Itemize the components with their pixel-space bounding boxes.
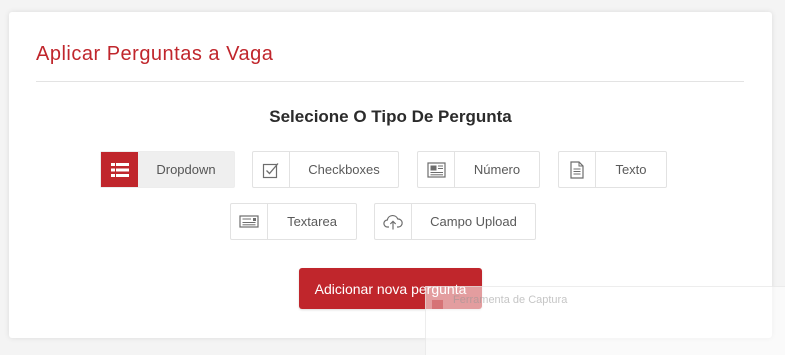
option-textarea[interactable]: Textarea [230, 203, 357, 240]
capture-tool-title: Ferramenta de Captura [453, 294, 568, 306]
option-checkboxes[interactable]: Checkboxes [252, 151, 399, 188]
option-label: Número [473, 162, 521, 177]
option-numero[interactable]: Número [417, 151, 540, 188]
divider [36, 81, 744, 82]
number-icon [418, 152, 455, 187]
option-label: Campo Upload [430, 214, 517, 229]
cloud-upload-icon [375, 204, 412, 239]
textarea-icon [231, 204, 268, 239]
option-label: Checkboxes [308, 162, 380, 177]
question-type-heading: Selecione O Tipo De Pergunta [269, 107, 512, 126]
checkbox-icon [253, 152, 290, 187]
option-label: Texto [615, 162, 647, 177]
card-title: Aplicar Perguntas a Vaga [36, 43, 274, 65]
capture-tool-window[interactable]: Ferramenta de Captura [425, 286, 785, 355]
scissors-icon [432, 296, 443, 309]
option-dropdown[interactable]: Dropdown [100, 151, 235, 188]
option-label: Dropdown [156, 162, 216, 177]
option-texto[interactable]: Texto [558, 151, 667, 188]
option-campo-upload[interactable]: Campo Upload [374, 203, 536, 240]
text-document-icon [559, 152, 596, 187]
option-label: Textarea [287, 214, 337, 229]
list-icon [101, 152, 138, 187]
